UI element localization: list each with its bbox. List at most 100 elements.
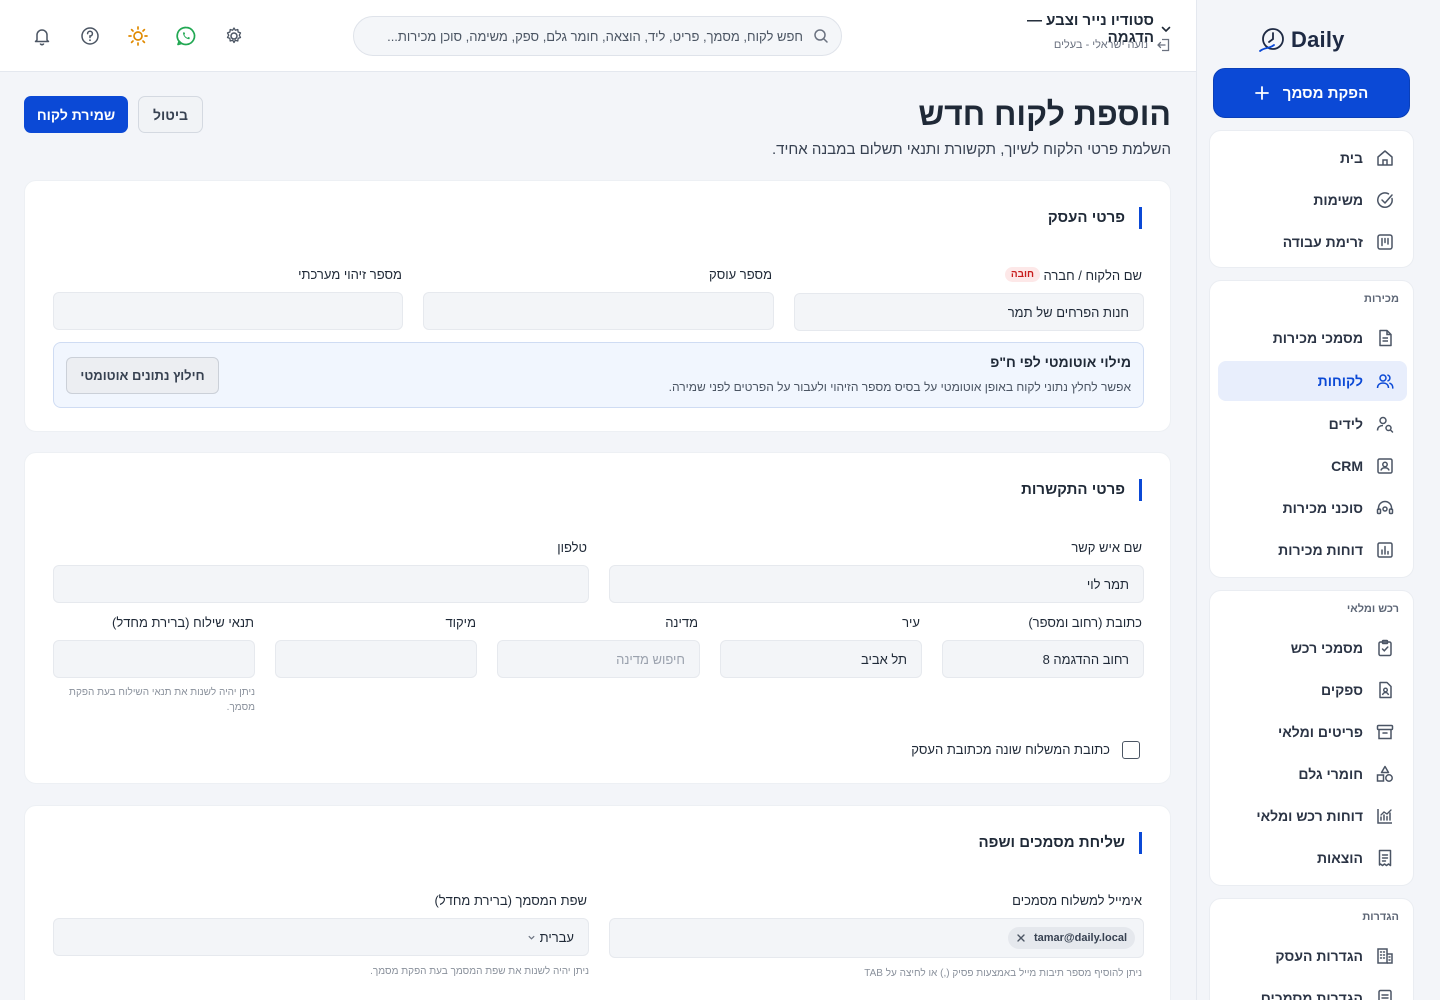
shipping-address-checkbox[interactable] [1122, 741, 1140, 759]
clock-logo-icon [1257, 25, 1287, 55]
section-title: שליחת מסמכים ושפה [979, 832, 1142, 854]
sidebar: Daily הפקת מסמך בית משימות זרימת עבודה מ… [1196, 0, 1425, 1000]
whatsapp-icon[interactable] [174, 24, 198, 48]
phone-field[interactable] [53, 565, 589, 603]
sidebar-item-raw-materials[interactable]: חומרי גלם [1218, 754, 1407, 794]
sidebar-item-label: ספקים [1321, 682, 1363, 698]
zip-label: מיקוד [445, 615, 476, 630]
doc-language-select[interactable]: עברית [53, 918, 589, 956]
sidebar-item-label: הגדרות העסק [1275, 948, 1363, 964]
new-document-label: הפקת מסמך [1282, 84, 1369, 102]
user-search-icon [1375, 414, 1395, 434]
auto-fill-description: אפשר לחלץ נתוני לקוח באופן אוטומטי על בס… [668, 380, 1131, 394]
email-chip-text: tamar@daily.local [1033, 932, 1127, 944]
sidebar-item-leads[interactable]: לידים [1218, 404, 1407, 444]
sidebar-item-purchase-reports[interactable]: דוחות רכש ומלאי [1218, 796, 1407, 836]
search-input[interactable] [370, 28, 803, 44]
required-badge: חובה [1004, 267, 1040, 282]
sidebar-item-label: מסמכי רכש [1290, 640, 1363, 656]
city-label: עיר [902, 615, 920, 630]
page-title: הוספת לקוח חדש [918, 96, 1171, 132]
settings-icon[interactable] [222, 24, 246, 48]
user-name-role: נועה ישראלי - בעלים [1053, 39, 1148, 51]
sidebar-item-label: לקוחות [1317, 373, 1363, 389]
zip-field[interactable] [275, 640, 477, 678]
building-icon [1375, 946, 1395, 966]
chevron-down-icon [527, 933, 536, 942]
new-document-button[interactable]: הפקת מסמך [1213, 68, 1410, 118]
contact-name-field[interactable]: תמר לוי [609, 565, 1144, 603]
logout-icon[interactable] [1156, 37, 1172, 53]
sidebar-item-customers[interactable]: לקוחות [1218, 361, 1407, 401]
contact-card-icon [1375, 456, 1395, 476]
sun-icon[interactable] [126, 24, 150, 48]
sidebar-item-label: דוחות מכירות [1278, 542, 1363, 558]
archive-icon [1375, 722, 1395, 742]
sidebar-item-sales-docs[interactable]: מסמכי מכירות [1218, 318, 1407, 358]
section-title: פרטי התקשרות [1021, 479, 1142, 501]
customer-name-label: שם הלקוח / חברה [1043, 268, 1142, 283]
user-line: נועה ישראלי - בעלים [1000, 37, 1172, 53]
bar-chart-icon [1375, 540, 1395, 560]
sidebar-item-business-settings[interactable]: הגדרות העסק [1218, 936, 1407, 976]
city-field[interactable]: תל אביב [720, 640, 922, 678]
sidebar-item-workflow[interactable]: זרימת עבודה [1218, 222, 1407, 262]
auto-extract-button[interactable]: חילוץ נתונים אוטומטי [66, 357, 219, 394]
sidebar-item-suppliers[interactable]: ספקים [1218, 670, 1407, 710]
language-value: עברית [539, 929, 574, 945]
auto-fill-title: מילוי אוטומטי לפי ח"פ [990, 354, 1131, 370]
kanban-icon [1375, 232, 1395, 252]
country-label: מדינה [665, 615, 698, 630]
sidebar-item-crm[interactable]: CRM [1218, 446, 1407, 486]
doc-language-label: שפת המסמך (ברירת מחדל) [434, 893, 587, 908]
sidebar-item-label: משימות [1313, 192, 1363, 208]
bell-icon[interactable] [30, 24, 54, 48]
country-search-field[interactable]: חיפוש מדינה [497, 640, 700, 678]
sidebar-item-tasks[interactable]: משימות [1218, 180, 1407, 220]
sidebar-item-purchase-docs[interactable]: מסמכי רכש [1218, 628, 1407, 668]
sidebar-item-label: פריטים ומלאי [1278, 724, 1363, 740]
sidebar-item-expenses[interactable]: הוצאות [1218, 838, 1407, 878]
shipping-terms-label: תנאי שילוח (ברירת מחדל) [112, 615, 254, 630]
logo[interactable]: Daily [1257, 24, 1345, 56]
sidebar-item-document-settings[interactable]: הגדרות מסמכים [1218, 978, 1407, 1000]
help-icon[interactable] [78, 24, 102, 48]
shipping-terms-field[interactable] [53, 640, 255, 678]
home-icon [1375, 148, 1395, 168]
nav-group-settings: הגדרות הגדרות העסק הגדרות מסמכים [1209, 898, 1414, 1000]
sidebar-item-inventory[interactable]: פריטים ומלאי [1218, 712, 1407, 752]
system-id-label: מספר זיהוי מערכתי [298, 267, 402, 282]
email-label: אימייל למשלוח מסמכים [1012, 893, 1142, 908]
document-settings-icon [1375, 988, 1395, 1000]
cancel-button[interactable]: ביטול [138, 96, 203, 133]
system-id-field[interactable] [53, 292, 403, 330]
check-circle-icon [1375, 190, 1395, 210]
nav-group-sales: מכירות מסמכי מכירות לקוחות לידים CRM סוכ… [1209, 280, 1414, 578]
phone-label: טלפון [557, 540, 587, 555]
dealer-number-field[interactable] [423, 292, 774, 330]
sidebar-item-sales-reports[interactable]: דוחות מכירות [1218, 530, 1407, 570]
section-title: פרטי העסק [1048, 207, 1142, 229]
nav-section-title: מכירות [1364, 293, 1399, 305]
shapes-icon [1375, 764, 1395, 784]
shipping-address-checkbox-label: כתובת המשלוח שונה מכתובת העסק [911, 742, 1110, 757]
headset-icon [1375, 498, 1395, 518]
contact-name-label: שם איש קשר [1071, 540, 1142, 555]
email-hint: ניתן להוסיף מספר תיבות מייל באמצעות פסיק… [864, 968, 1142, 979]
close-icon[interactable] [1016, 933, 1026, 943]
business-details-card: פרטי העסק שם הלקוח / חברה חובה חנות הפרח… [24, 180, 1171, 432]
chevron-down-icon [1160, 23, 1172, 35]
customer-name-field[interactable]: חנות הפרחים של תמר [794, 293, 1144, 331]
sidebar-item-label: סוכני מכירות [1282, 500, 1363, 516]
save-customer-button[interactable]: שמירת לקוח [24, 96, 128, 133]
address-field[interactable]: רחוב ההדגמה 8 [942, 640, 1144, 678]
sidebar-item-home[interactable]: בית [1218, 138, 1407, 178]
email-field[interactable]: tamar@daily.local [609, 918, 1144, 958]
sidebar-item-label: הוצאות [1316, 850, 1363, 866]
search-icon [813, 28, 829, 44]
global-search[interactable] [353, 16, 842, 56]
nav-group-purchasing: רכש ומלאי מסמכי רכש ספקים פריטים ומלאי ח… [1209, 590, 1414, 886]
trend-chart-icon [1375, 806, 1395, 826]
sidebar-item-sales-agents[interactable]: סוכני מכירות [1218, 488, 1407, 528]
clipboard-check-icon [1375, 638, 1395, 658]
